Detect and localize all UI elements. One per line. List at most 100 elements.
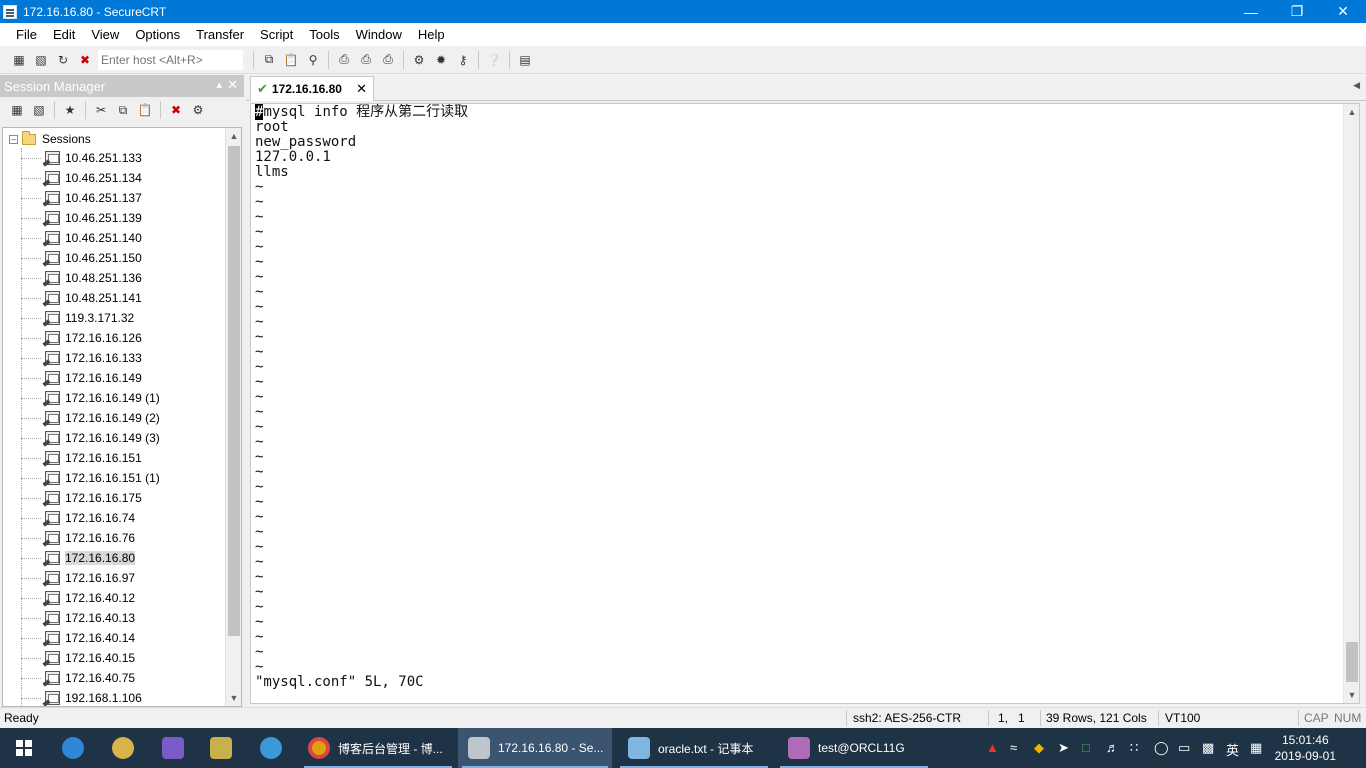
session-item[interactable]: 172.16.16.133 <box>3 348 229 368</box>
shield-icon[interactable]: ◆ <box>1034 740 1044 756</box>
scroll-down-icon[interactable]: ▼ <box>1344 687 1359 703</box>
session-item[interactable]: 172.16.16.80 <box>3 548 229 568</box>
battery-icon[interactable]: ▭ <box>1178 740 1190 756</box>
maximize-button[interactable]: ❐ <box>1274 0 1320 23</box>
session-item[interactable]: 10.46.251.133 <box>3 148 229 168</box>
session-item[interactable]: 10.46.251.140 <box>3 228 229 248</box>
session-tree-scrollbar[interactable]: ▲ ▼ <box>225 128 241 706</box>
taskbar-notepad[interactable]: oracle.txt - 记事本 <box>616 728 772 768</box>
menu-edit[interactable]: Edit <box>45 27 83 42</box>
close-panel-icon[interactable]: ✕ <box>227 77 238 93</box>
terminal-scrollbar[interactable]: ▲ ▼ <box>1343 104 1359 703</box>
keyboard-icon[interactable]: ▦ <box>1250 740 1262 756</box>
scroll-up-icon[interactable]: ▲ <box>1344 104 1359 120</box>
clock[interactable]: 15:01:46 2019-09-01 <box>1275 732 1336 764</box>
menu-tools[interactable]: Tools <box>301 27 347 42</box>
print-setup-icon[interactable]: ⎙ <box>379 51 397 69</box>
session-item[interactable]: 10.46.251.139 <box>3 208 229 228</box>
taskbar-visual-studio[interactable] <box>162 728 192 768</box>
session-item[interactable]: 172.16.16.97 <box>3 568 229 588</box>
menu-window[interactable]: Window <box>348 27 410 42</box>
tray-app-icon[interactable]: ▲ <box>986 740 999 755</box>
scrollbar-thumb[interactable] <box>1346 642 1358 682</box>
menu-view[interactable]: View <box>83 27 127 42</box>
session-item[interactable]: 172.16.16.126 <box>3 328 229 348</box>
session-item[interactable]: 119.3.171.32 <box>3 308 229 328</box>
start-button[interactable] <box>0 728 48 768</box>
copy-icon[interactable]: ⧉ <box>114 101 132 119</box>
sessions-root[interactable]: – Sessions <box>9 130 91 148</box>
session-item[interactable]: 172.16.16.151 <box>3 448 229 468</box>
paste-icon[interactable]: 📋 <box>136 101 154 119</box>
tab-scroll-left-icon[interactable]: ◀ <box>1353 80 1360 91</box>
taskbar-securecrt[interactable]: 172.16.16.80 - Se... <box>458 728 612 768</box>
ime-language[interactable]: 英 <box>1226 740 1239 759</box>
copy-icon[interactable]: ⧉ <box>260 51 278 69</box>
session-item[interactable]: 172.16.16.149 (1) <box>3 388 229 408</box>
taskbar-edge[interactable] <box>62 728 92 768</box>
taskbar-app-5[interactable] <box>260 728 290 768</box>
help-icon[interactable]: ❔ <box>485 51 503 69</box>
session-item[interactable]: 10.46.251.150 <box>3 248 229 268</box>
session-item[interactable]: 172.16.40.12 <box>3 588 229 608</box>
session-item[interactable]: 172.16.16.175 <box>3 488 229 508</box>
menu-script[interactable]: Script <box>252 27 301 42</box>
session-item[interactable]: 192.168.1.106 <box>3 688 229 706</box>
pin-icon[interactable]: ▴ <box>216 78 222 91</box>
tab-session[interactable]: ✔ 172.16.16.80 ✕ <box>250 76 374 101</box>
taskbar-app-4[interactable] <box>210 728 240 768</box>
reconnect-icon[interactable]: ↻ <box>54 51 72 69</box>
volume-mute-icon[interactable]: ♬ <box>1106 740 1119 755</box>
session-item[interactable]: 172.16.40.13 <box>3 608 229 628</box>
session-item[interactable]: 172.16.40.15 <box>3 648 229 668</box>
close-tab-icon[interactable]: ✕ <box>356 81 367 97</box>
session-options-icon[interactable]: ⚙ <box>410 51 428 69</box>
session-item[interactable]: 10.46.251.134 <box>3 168 229 188</box>
minimize-button[interactable]: — <box>1228 0 1274 23</box>
session-item[interactable]: 172.16.40.75 <box>3 668 229 688</box>
print-selection-icon[interactable]: ⎙ <box>357 51 375 69</box>
menu-file[interactable]: File <box>8 27 45 42</box>
cut-icon[interactable]: ✂ <box>92 101 110 119</box>
bluetooth-icon[interactable]: ∷ <box>1130 740 1138 756</box>
connect-tab-icon[interactable]: ▧ <box>30 101 48 119</box>
paste-icon[interactable]: 📋 <box>282 51 300 69</box>
menu-transfer[interactable]: Transfer <box>188 27 252 42</box>
collapse-icon[interactable]: – <box>9 134 18 144</box>
session-item[interactable]: 172.16.16.74 <box>3 508 229 528</box>
display-icon[interactable]: ▩ <box>1202 740 1214 756</box>
session-item[interactable]: 172.16.16.149 <box>3 368 229 388</box>
enter-host-input[interactable] <box>98 49 243 70</box>
find-icon[interactable]: ⚲ <box>304 51 322 69</box>
scroll-up-icon[interactable]: ▲ <box>226 128 241 144</box>
global-options-icon[interactable]: ✹ <box>432 51 450 69</box>
print-icon[interactable]: ⎙ <box>335 51 353 69</box>
menu-options[interactable]: Options <box>127 27 188 42</box>
session-item[interactable]: 172.16.16.76 <box>3 528 229 548</box>
keymap-icon[interactable]: ⚷ <box>454 51 472 69</box>
sftp-icon[interactable]: ▤ <box>516 51 534 69</box>
taskbar-chrome[interactable]: 博客后台管理 - 博... <box>300 728 456 768</box>
session-item[interactable]: 10.48.251.136 <box>3 268 229 288</box>
disconnect-icon[interactable]: ✖ <box>76 51 94 69</box>
properties-icon[interactable]: ⚙ <box>189 101 207 119</box>
session-item[interactable]: 172.16.16.151 (1) <box>3 468 229 488</box>
quick-connect-icon[interactable]: ▧ <box>32 51 50 69</box>
session-item[interactable]: 172.16.40.14 <box>3 628 229 648</box>
session-item[interactable]: 172.16.16.149 (3) <box>3 428 229 448</box>
scrollbar-thumb[interactable] <box>228 146 240 636</box>
terminal-view[interactable]: #mysql info 程序从第二行读取 root new_password 127… <box>250 103 1360 704</box>
session-item[interactable]: 10.48.251.141 <box>3 288 229 308</box>
delete-icon[interactable]: ✖ <box>167 101 185 119</box>
taskbar-app-2[interactable] <box>112 728 142 768</box>
session-item[interactable]: 172.16.16.149 (2) <box>3 408 229 428</box>
menu-help[interactable]: Help <box>410 27 453 42</box>
wifi-icon[interactable]: ≈ <box>1010 740 1017 755</box>
scroll-down-icon[interactable]: ▼ <box>226 690 241 706</box>
session-item[interactable]: 10.46.251.137 <box>3 188 229 208</box>
security-icon[interactable]: ◯ <box>1154 740 1169 756</box>
connect-session-icon[interactable]: ▦ <box>8 101 26 119</box>
taskbar-database[interactable]: test@ORCL11G <box>776 728 932 768</box>
network-icon[interactable]: □ <box>1082 740 1090 755</box>
new-session-icon[interactable]: ★ <box>61 101 79 119</box>
